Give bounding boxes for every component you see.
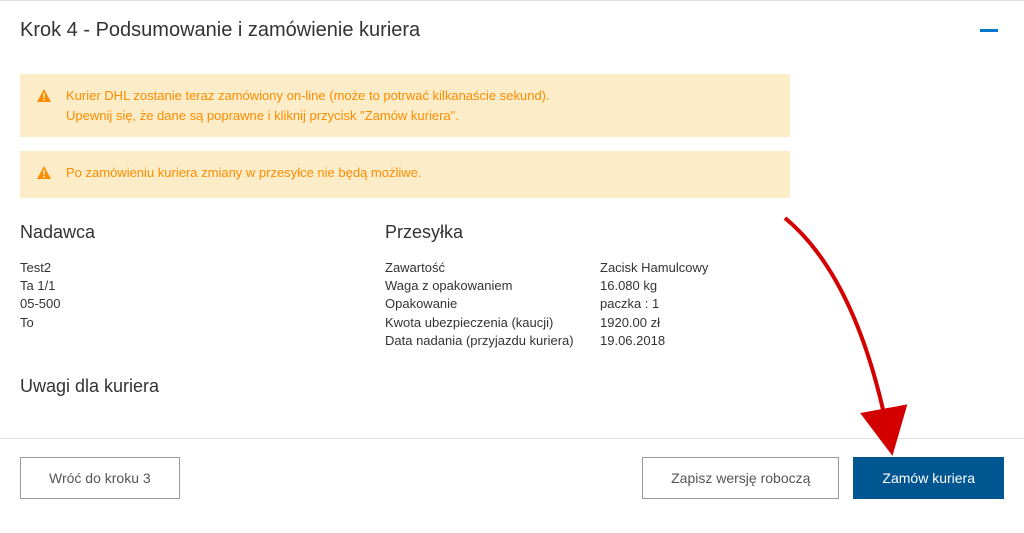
- alert-secondary-text: Po zamówieniu kuriera zmiany w przesyłce…: [66, 163, 421, 183]
- table-row: Waga z opakowaniem 16.080 kg: [385, 277, 1004, 295]
- shipment-value: 19.06.2018: [600, 332, 665, 350]
- content-area: Kurier DHL zostanie teraz zamówiony on-l…: [0, 74, 1024, 397]
- warning-icon: [36, 165, 52, 186]
- page-title: Krok 4 - Podsumowanie i zamówienie kurie…: [20, 19, 420, 42]
- warning-icon: [36, 88, 52, 109]
- table-row: Data nadania (przyjazdu kuriera) 19.06.2…: [385, 332, 1004, 350]
- alert-primary: Kurier DHL zostanie teraz zamówiony on-l…: [20, 74, 790, 137]
- sender-line: To: [20, 314, 385, 332]
- shipment-label: Waga z opakowaniem: [385, 277, 600, 295]
- save-draft-button[interactable]: Zapisz wersję roboczą: [642, 457, 839, 499]
- collapse-icon[interactable]: [980, 29, 998, 32]
- bottom-bar: Wróć do kroku 3 Zapisz wersję roboczą Za…: [0, 438, 1024, 499]
- sender-line: 05-500: [20, 295, 385, 313]
- table-row: Kwota ubezpieczenia (kaucji) 1920.00 zł: [385, 314, 1004, 332]
- shipment-label: Kwota ubezpieczenia (kaucji): [385, 314, 600, 332]
- shipment-column: Przesyłka Zawartość Zacisk Hamulcowy Wag…: [385, 222, 1004, 350]
- table-row: Zawartość Zacisk Hamulcowy: [385, 259, 1004, 277]
- order-courier-button[interactable]: Zamów kuriera: [853, 457, 1004, 499]
- shipment-label: Opakowanie: [385, 295, 600, 313]
- shipment-table: Zawartość Zacisk Hamulcowy Waga z opakow…: [385, 259, 1004, 350]
- sender-heading: Nadawca: [20, 222, 385, 243]
- table-row: Opakowanie paczka : 1: [385, 295, 1004, 313]
- sender-column: Nadawca Test2 Ta 1/1 05-500 To: [20, 222, 385, 350]
- alert-primary-line1: Kurier DHL zostanie teraz zamówiony on-l…: [66, 86, 550, 106]
- shipment-label: Data nadania (przyjazdu kuriera): [385, 332, 600, 350]
- notes-heading: Uwagi dla kuriera: [20, 376, 1004, 397]
- shipment-value: paczka : 1: [600, 295, 659, 313]
- back-button[interactable]: Wróć do kroku 3: [20, 457, 180, 499]
- alert-secondary: Po zamówieniu kuriera zmiany w przesyłce…: [20, 151, 790, 198]
- page-header: Krok 4 - Podsumowanie i zamówienie kurie…: [0, 1, 1024, 60]
- shipment-heading: Przesyłka: [385, 222, 1004, 243]
- alert-primary-text: Kurier DHL zostanie teraz zamówiony on-l…: [66, 86, 550, 125]
- alert-primary-line2: Upewnij się, że dane są poprawne i klikn…: [66, 106, 550, 126]
- sender-line: Test2: [20, 259, 385, 277]
- shipment-value: Zacisk Hamulcowy: [600, 259, 708, 277]
- shipment-value: 16.080 kg: [600, 277, 657, 295]
- sender-details: Test2 Ta 1/1 05-500 To: [20, 259, 385, 332]
- button-group: Zapisz wersję roboczą Zamów kuriera: [642, 457, 1004, 499]
- shipment-value: 1920.00 zł: [600, 314, 660, 332]
- sender-line: Ta 1/1: [20, 277, 385, 295]
- shipment-label: Zawartość: [385, 259, 600, 277]
- info-section: Nadawca Test2 Ta 1/1 05-500 To Przesyłka…: [20, 222, 1004, 350]
